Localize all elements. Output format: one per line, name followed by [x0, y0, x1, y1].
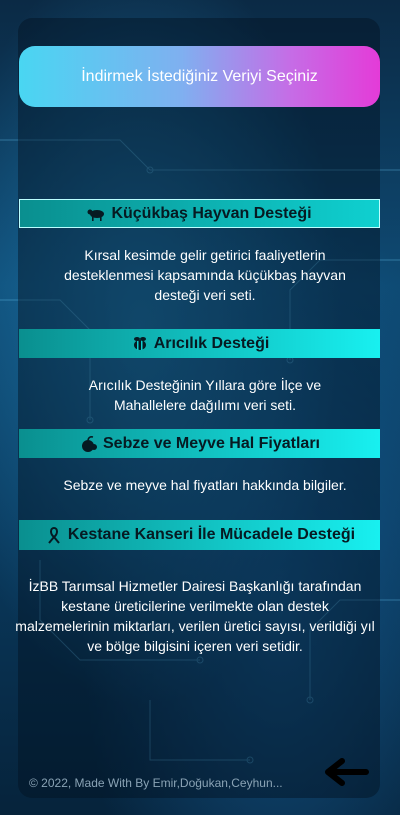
section-title-label: Arıcılık Desteği: [153, 334, 270, 352]
header-banner: İndirmek İstediğiniz Veriyi Seçiniz: [19, 46, 380, 107]
bee-icon: [133, 336, 146, 350]
section-kucukbas-button[interactable]: Küçükbaş Hayvan Desteği: [19, 199, 380, 228]
section-description: İzBB Tarımsal Hizmetler Dairesi Başkanlı…: [15, 578, 375, 654]
section-kestane-button[interactable]: Kestane Kanseri İle Mücadele Desteği: [19, 520, 380, 550]
section-description: Sebze ve meyve hal fiyatları hakkında bi…: [63, 477, 347, 493]
section-description: Kırsal kesimde gelir getirici faaliyetle…: [64, 247, 346, 303]
section-aricilik-button[interactable]: Arıcılık Desteği: [19, 329, 380, 358]
section-title-label: Küçükbaş Hayvan Desteği: [111, 204, 312, 222]
header-title: İndirmek İstediğiniz Veriyi Seçiniz: [81, 67, 318, 85]
section-description: Arıcılık Desteğinin Yıllara göre İlçe ve…: [88, 377, 322, 413]
back-arrow-icon[interactable]: [322, 756, 370, 788]
fruit-icon: [82, 435, 97, 452]
section-title-label: Sebze ve Meyve Hal Fiyatları: [103, 434, 320, 452]
awareness-ribbon-icon: [48, 526, 60, 544]
footer-credits: © 2022, Made With By Emir,Doğukan,Ceyhun…: [29, 776, 283, 790]
sheep-icon: [87, 209, 105, 221]
section-hal-fiyatlari-button[interactable]: Sebze ve Meyve Hal Fiyatları: [19, 429, 380, 458]
section-title-label: Kestane Kanseri İle Mücadele Desteği: [67, 526, 356, 543]
